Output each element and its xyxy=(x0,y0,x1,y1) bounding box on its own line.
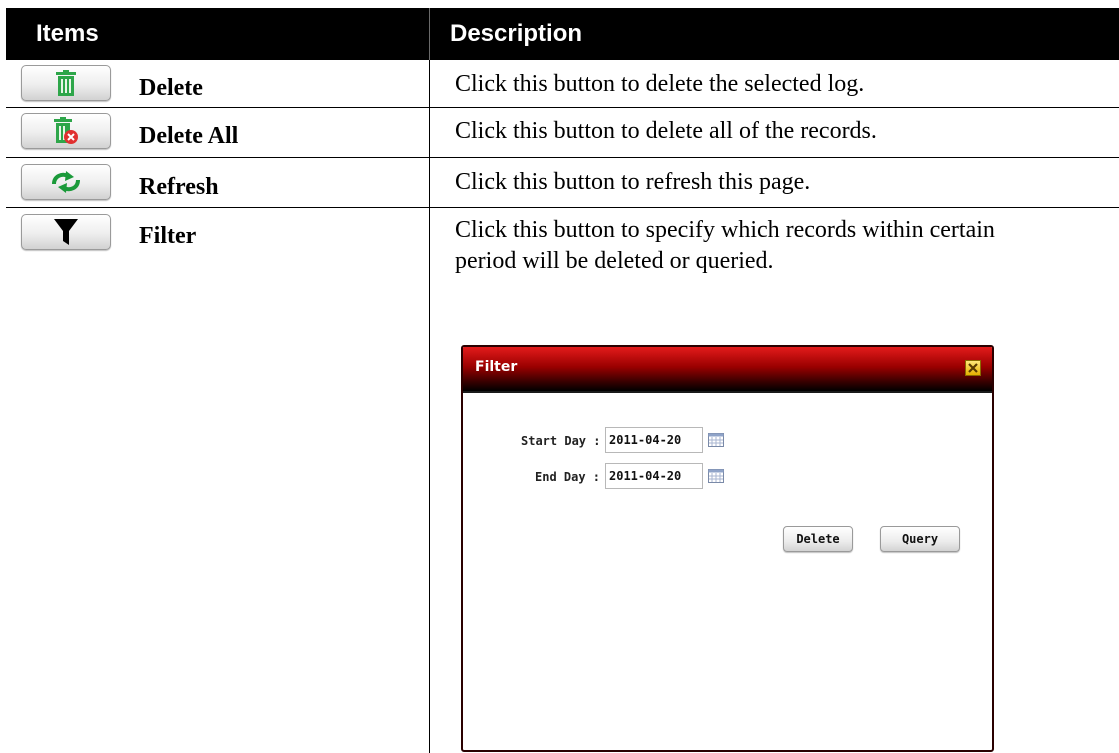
filter-label: Filter xyxy=(139,223,197,249)
dialog-title-bar: Filter xyxy=(463,347,992,391)
table-header: Items Description xyxy=(6,8,1119,60)
trash-icon xyxy=(56,70,76,96)
items-column-header: Items xyxy=(36,20,99,47)
dialog-title: Filter xyxy=(475,359,518,375)
refresh-button[interactable] xyxy=(21,164,111,200)
table-row: Delete Click this button to delete the s… xyxy=(6,60,1119,108)
dialog-delete-button[interactable]: Delete xyxy=(783,526,853,552)
filter-description: Click this button to specify which recor… xyxy=(455,217,995,274)
delete-button[interactable] xyxy=(21,65,111,101)
delete-description: Click this button to delete the selected… xyxy=(455,71,865,97)
delete-label: Delete xyxy=(139,75,203,101)
delete-all-description: Click this button to delete all of the r… xyxy=(455,118,877,144)
start-day-input[interactable]: 2011-04-20 xyxy=(605,427,703,453)
items-description-table: Items Description Delete Click this butt… xyxy=(6,8,1119,753)
table-row: Refresh Click this button to refresh thi… xyxy=(6,158,1119,208)
trash-delete-all-icon xyxy=(54,117,78,144)
close-icon[interactable] xyxy=(965,360,981,376)
dialog-query-button[interactable]: Query xyxy=(880,526,960,552)
table-row: Delete All Click this button to delete a… xyxy=(6,108,1119,158)
end-day-label: End Day : xyxy=(535,470,601,484)
refresh-description: Click this button to refresh this page. xyxy=(455,169,811,195)
delete-all-label: Delete All xyxy=(139,123,239,149)
description-column-header: Description xyxy=(450,20,583,47)
filter-funnel-icon xyxy=(54,219,78,245)
start-day-label: Start Day : xyxy=(521,434,601,448)
title-underline xyxy=(463,391,992,393)
end-day-input[interactable]: 2011-04-20 xyxy=(605,463,703,489)
filter-button[interactable] xyxy=(21,214,111,250)
refresh-icon xyxy=(52,171,80,193)
calendar-icon[interactable] xyxy=(708,469,724,483)
calendar-icon[interactable] xyxy=(708,433,724,447)
column-divider xyxy=(429,60,430,753)
refresh-label: Refresh xyxy=(139,174,219,200)
delete-all-button[interactable] xyxy=(21,113,111,149)
filter-dialog: Filter Start Day : 2011-04-20 End Day : … xyxy=(461,345,994,752)
header-divider xyxy=(429,8,430,60)
